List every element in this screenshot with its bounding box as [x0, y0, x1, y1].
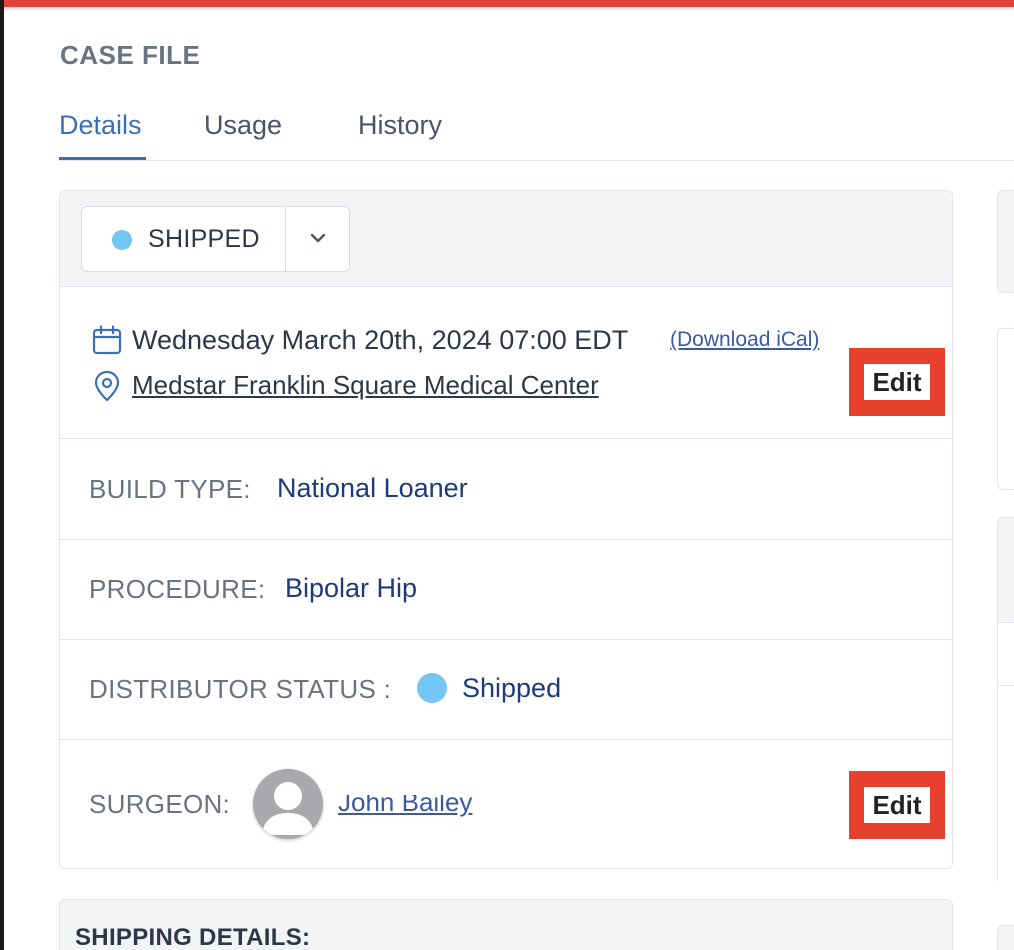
top-accent-bar — [0, 0, 1014, 7]
case-datetime: Wednesday March 20th, 2024 07:00 EDT — [132, 325, 629, 355]
build-type-row: BUILD TYPE: National Loaner — [60, 440, 952, 540]
window-edge — [0, 0, 4, 950]
side-panel-4 — [997, 925, 1014, 950]
edit-schedule-button[interactable]: Edit — [849, 348, 945, 416]
status-dot-icon — [112, 230, 132, 250]
shipping-details-title: SHIPPING DETAILS: — [75, 924, 311, 950]
distributor-status-value: Shipped — [462, 673, 562, 703]
case-file-page: CASE FILE Details Usage History SHIPPED — [0, 0, 1014, 950]
tab-usage[interactable]: Usage — [204, 110, 282, 141]
procedure-value: Bipolar Hip — [285, 573, 418, 603]
surgeon-row: SURGEON: John Bailey Edit — [60, 740, 952, 868]
status-label: SHIPPED — [148, 225, 260, 253]
case-details-card: SHIPPED Wednesday March 20th, 2024 07:00… — [59, 190, 953, 869]
active-tab-indicator — [59, 157, 146, 160]
dropdown-divider — [285, 207, 286, 271]
build-type-label: BUILD TYPE: — [89, 474, 251, 504]
tab-bar: Details Usage History — [59, 102, 1014, 161]
side-panel-3-row — [998, 622, 1014, 686]
location-link[interactable]: Medstar Franklin Square Medical Center — [132, 370, 599, 401]
download-ical-link[interactable]: (Download iCal) — [670, 328, 819, 352]
edit-schedule-label: Edit — [864, 364, 930, 400]
edit-surgeon-label: Edit — [864, 787, 930, 823]
procedure-row: PROCEDURE: Bipolar Hip — [60, 540, 952, 640]
tab-history[interactable]: History — [358, 110, 442, 141]
side-panel-3-body — [998, 686, 1014, 886]
user-avatar-icon — [262, 782, 314, 835]
card-header: SHIPPED — [60, 191, 952, 287]
status-dropdown[interactable]: SHIPPED — [81, 206, 350, 272]
chevron-down-icon[interactable] — [307, 227, 329, 249]
name-obscure-overlay — [336, 781, 490, 795]
distributor-status-dot-icon — [417, 673, 447, 703]
tab-details[interactable]: Details — [59, 110, 142, 141]
procedure-label: PROCEDURE: — [89, 574, 266, 604]
surgeon-avatar — [253, 769, 323, 839]
distributor-status-label: DISTRIBUTOR STATUS : — [89, 674, 392, 704]
side-panel-1 — [997, 190, 1014, 293]
location-pin-icon — [94, 370, 120, 402]
page-title: CASE FILE — [60, 40, 201, 70]
distributor-status-row: DISTRIBUTOR STATUS : Shipped — [60, 640, 952, 740]
side-panel-2 — [997, 328, 1014, 490]
surgeon-label: SURGEON: — [89, 789, 231, 819]
edit-surgeon-button[interactable]: Edit — [849, 771, 945, 839]
shipping-details-card: SHIPPING DETAILS: — [59, 899, 953, 950]
calendar-icon — [92, 325, 122, 355]
schedule-row: Wednesday March 20th, 2024 07:00 EDT (Do… — [60, 288, 952, 439]
side-panel-3 — [997, 517, 1014, 886]
build-type-value: National Loaner — [277, 473, 468, 503]
